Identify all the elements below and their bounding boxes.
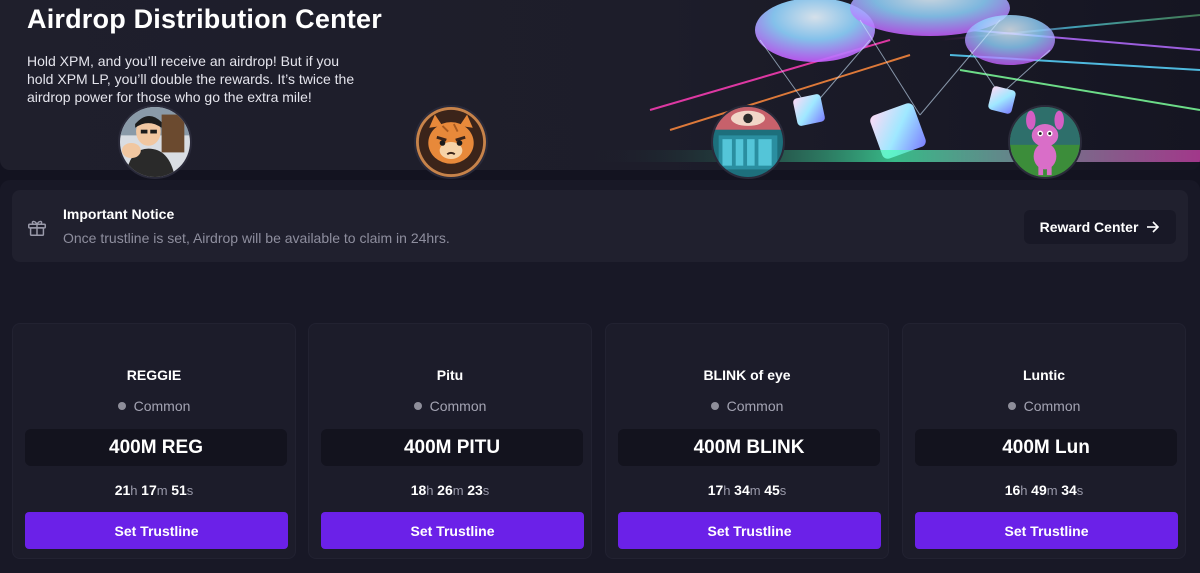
airdrop-card: BLINK of eye Common 400M BLINK 17h 34m 4…: [605, 323, 889, 559]
token-name: Luntic: [1023, 367, 1065, 383]
pitu-avatar: [414, 105, 488, 179]
main-panel: Important Notice Once trustline is set, …: [0, 180, 1200, 573]
notice-text: Once trustline is set, Airdrop will be a…: [63, 230, 450, 246]
reward-center-label: Reward Center: [1039, 219, 1139, 235]
token-name: BLINK of eye: [703, 367, 791, 383]
rarity-badge: Common: [309, 398, 591, 414]
important-notice: Important Notice Once trustline is set, …: [12, 190, 1188, 262]
set-trustline-button[interactable]: Set Trustline: [915, 512, 1178, 549]
luntic-avatar: [1008, 105, 1082, 179]
countdown-timer: 18h 26m 23s: [410, 482, 490, 498]
rarity-badge: Common: [606, 398, 888, 414]
airdrop-amount: 400M REG: [25, 429, 287, 466]
airdrop-amount: 400M Lun: [915, 429, 1177, 466]
hero-description: Hold XPM, and you’ll receive an airdrop!…: [27, 53, 355, 105]
airdrop-card: Luntic Common 400M Lun 16h 49m 34s Set T…: [902, 323, 1186, 559]
arrow-right-icon: [1147, 221, 1160, 233]
gift-icon: [28, 220, 46, 236]
set-trustline-button[interactable]: Set Trustline: [321, 512, 584, 549]
token-name: REGGIE: [126, 367, 182, 383]
rarity-badge: Common: [13, 398, 295, 414]
airdrop-amount: 400M BLINK: [618, 429, 880, 466]
airdrop-card: REGGIE Common 400M REG 21h 17m 51s Set T…: [12, 323, 296, 559]
reward-center-button[interactable]: Reward Center: [1024, 210, 1176, 244]
token-name: Pitu: [436, 367, 464, 383]
airdrop-card: Pitu Common 400M PITU 18h 26m 23s Set Tr…: [308, 323, 592, 559]
set-trustline-button[interactable]: Set Trustline: [25, 512, 288, 549]
page-title: Airdrop Distribution Center: [27, 4, 382, 34]
reggie-avatar: [118, 105, 192, 179]
airdrop-amount: 400M PITU: [321, 429, 583, 466]
parachute-airdrop-illustration: [590, 0, 1200, 162]
blink-avatar: [711, 105, 785, 179]
countdown-timer: 16h 49m 34s: [1004, 482, 1084, 498]
rarity-badge: Common: [903, 398, 1185, 414]
notice-title: Important Notice: [63, 206, 175, 222]
set-trustline-button[interactable]: Set Trustline: [618, 512, 881, 549]
countdown-timer: 17h 34m 45s: [707, 482, 787, 498]
countdown-timer: 21h 17m 51s: [114, 482, 194, 498]
